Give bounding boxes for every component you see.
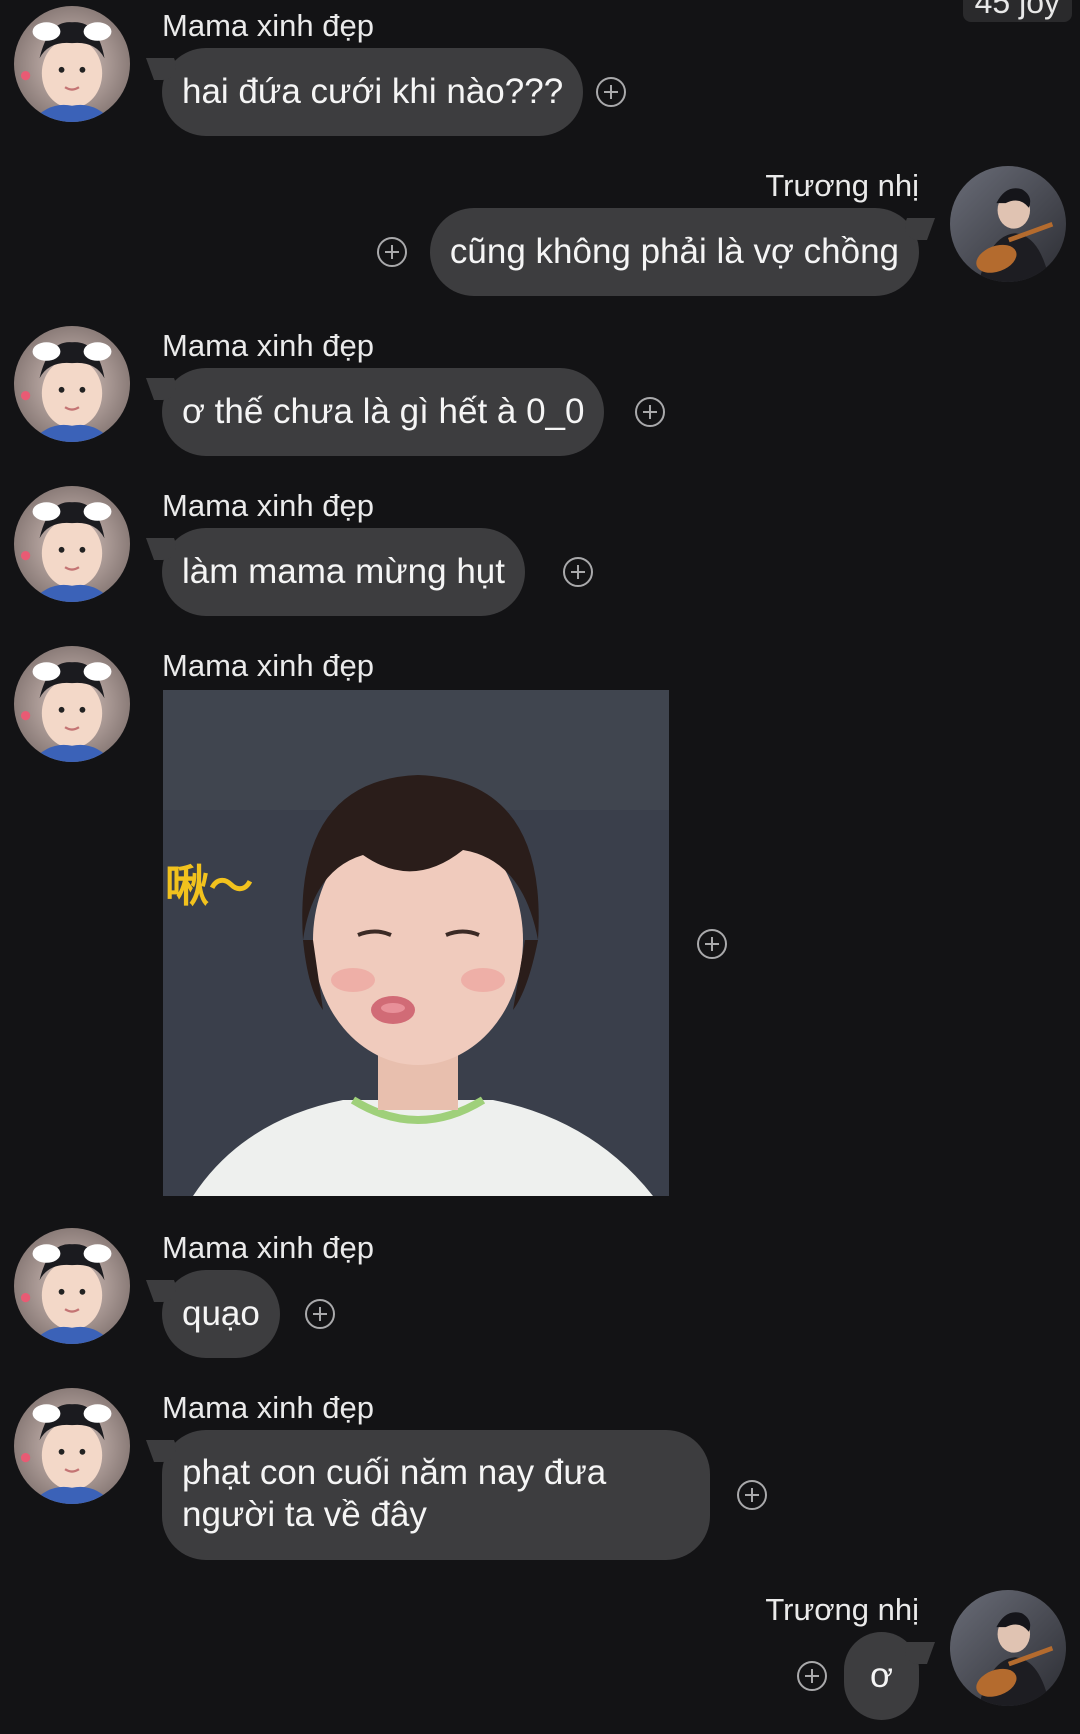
- message-bubble[interactable]: cũng không phải là vợ chồng: [429, 208, 919, 296]
- sender-name: Mama xinh đẹp: [162, 328, 374, 363]
- sender-name: Mama xinh đẹp: [162, 488, 374, 523]
- avatar-mama[interactable]: [14, 1388, 130, 1504]
- message-bubble[interactable]: ơ: [844, 1632, 919, 1720]
- sender-name: Mama xinh đẹp: [162, 8, 374, 43]
- sender-name: Mama xinh đẹp: [162, 1390, 374, 1425]
- avatar-mama[interactable]: [14, 6, 130, 122]
- avatar-mama[interactable]: [14, 326, 130, 442]
- avatar-mama[interactable]: [14, 1228, 130, 1344]
- plus-circle-icon[interactable]: [305, 1299, 335, 1329]
- plus-circle-icon[interactable]: [596, 77, 626, 107]
- message-bubble[interactable]: hai đứa cưới khi nào???: [162, 48, 584, 136]
- sticker-image[interactable]: 啾～: [163, 690, 669, 1196]
- sender-name: Mama xinh đẹp: [162, 1230, 374, 1265]
- sender-name: Trương nhị: [765, 1592, 919, 1627]
- avatar-mama[interactable]: [14, 486, 130, 602]
- avatar-truong[interactable]: [950, 166, 1066, 282]
- plus-circle-icon[interactable]: [697, 929, 727, 959]
- unread-badge: 45 joy: [962, 0, 1072, 22]
- plus-circle-icon[interactable]: [563, 557, 593, 587]
- sticker-caption: 啾～: [165, 861, 253, 912]
- sender-name: Mama xinh đẹp: [162, 648, 374, 683]
- plus-circle-icon[interactable]: [737, 1480, 767, 1510]
- avatar-mama[interactable]: [14, 646, 130, 762]
- message-bubble[interactable]: quạo: [162, 1270, 280, 1358]
- sender-name: Trương nhị: [765, 168, 919, 203]
- message-bubble[interactable]: phạt con cuối năm nay đưa người ta về đâ…: [162, 1430, 710, 1560]
- avatar-truong[interactable]: [950, 1590, 1066, 1706]
- plus-circle-icon[interactable]: [635, 397, 665, 427]
- plus-circle-icon[interactable]: [797, 1661, 827, 1691]
- message-bubble[interactable]: ơ thế chưa là gì hết à 0_0: [162, 368, 605, 456]
- plus-circle-icon[interactable]: [377, 237, 407, 267]
- message-bubble[interactable]: làm mama mừng hụt: [162, 528, 525, 616]
